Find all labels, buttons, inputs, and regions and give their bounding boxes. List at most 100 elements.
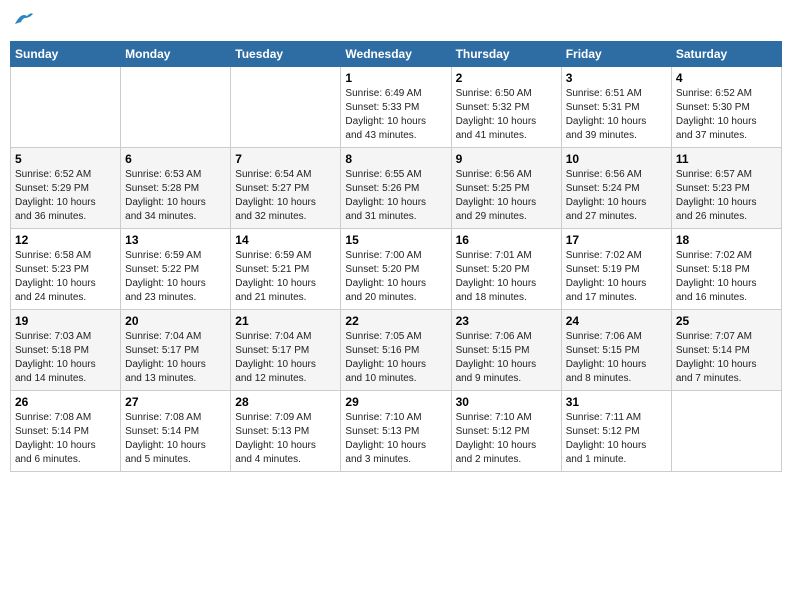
- calendar-cell: 21 Sunrise: 7:04 AM Sunset: 5:17 PM Dayli…: [231, 310, 341, 391]
- weekday-header-thursday: Thursday: [451, 42, 561, 67]
- calendar-week-row: 26 Sunrise: 7:08 AM Sunset: 5:14 PM Dayli…: [11, 391, 782, 472]
- day-info: Sunrise: 6:54 AM Sunset: 5:27 PM Dayligh…: [235, 168, 336, 224]
- calendar-cell: 26 Sunrise: 7:08 AM Sunset: 5:14 PM Dayli…: [11, 391, 121, 472]
- day-number: 5: [15, 152, 116, 166]
- day-info: Sunrise: 6:52 AM Sunset: 5:30 PM Dayligh…: [676, 87, 777, 143]
- calendar-cell: 23Sunrise: 7:06 AM Sunset: 5:15 PM Dayli…: [451, 310, 561, 391]
- day-number: 29: [345, 395, 446, 409]
- day-number: 28: [235, 395, 336, 409]
- weekday-header-saturday: Saturday: [671, 42, 781, 67]
- calendar-cell: 3 Sunrise: 6:51 AM Sunset: 5:31 PM Daylig…: [561, 67, 671, 148]
- calendar-cell: 20 Sunrise: 7:04 AM Sunset: 5:17 PM Dayli…: [121, 310, 231, 391]
- day-number: 6: [125, 152, 226, 166]
- calendar-cell: 13 Sunrise: 6:59 AM Sunset: 5:22 PM Dayli…: [121, 229, 231, 310]
- day-info: Sunrise: 7:06 AM Sunset: 5:15 PM Dayligh…: [566, 330, 667, 386]
- calendar-week-row: 12 Sunrise: 6:58 AM Sunset: 5:23 PM Dayli…: [11, 229, 782, 310]
- day-info: Sunrise: 6:57 AM Sunset: 5:23 PM Dayligh…: [676, 168, 777, 224]
- day-number: 21: [235, 314, 336, 328]
- calendar-cell: 28 Sunrise: 7:09 AM Sunset: 5:13 PM Dayli…: [231, 391, 341, 472]
- day-info: Sunrise: 6:52 AM Sunset: 5:29 PM Dayligh…: [15, 168, 116, 224]
- day-info: Sunrise: 7:06 AM Sunset: 5:15 PM Dayligh…: [456, 330, 557, 386]
- day-info: Sunrise: 7:10 AM Sunset: 5:13 PM Dayligh…: [345, 411, 446, 467]
- calendar-table: SundayMondayTuesdayWednesdayThursdayFrid…: [10, 41, 782, 472]
- day-number: 2: [456, 71, 557, 85]
- day-info: Sunrise: 7:02 AM Sunset: 5:19 PM Dayligh…: [566, 249, 667, 305]
- calendar-cell: 27 Sunrise: 7:08 AM Sunset: 5:14 PM Dayli…: [121, 391, 231, 472]
- day-number: 8: [345, 152, 446, 166]
- calendar-cell: 29 Sunrise: 7:10 AM Sunset: 5:13 PM Dayli…: [341, 391, 451, 472]
- weekday-header-wednesday: Wednesday: [341, 42, 451, 67]
- calendar-cell: [121, 67, 231, 148]
- calendar-cell: [11, 67, 121, 148]
- day-number: 18: [676, 233, 777, 247]
- calendar-cell: 19Sunrise: 7:03 AM Sunset: 5:18 PM Dayli…: [11, 310, 121, 391]
- day-info: Sunrise: 7:08 AM Sunset: 5:14 PM Dayligh…: [15, 411, 116, 467]
- day-number: 26: [15, 395, 116, 409]
- day-number: 3: [566, 71, 667, 85]
- day-number: 13: [125, 233, 226, 247]
- day-number: 10: [566, 152, 667, 166]
- calendar-cell: 30 Sunrise: 7:10 AM Sunset: 5:12 PM Dayli…: [451, 391, 561, 472]
- calendar-cell: 8 Sunrise: 6:55 AM Sunset: 5:26 PM Daylig…: [341, 148, 451, 229]
- day-number: 1: [345, 71, 446, 85]
- logo: [10, 10, 35, 33]
- day-info: Sunrise: 7:04 AM Sunset: 5:17 PM Dayligh…: [235, 330, 336, 386]
- calendar-week-row: 5 Sunrise: 6:52 AM Sunset: 5:29 PM Daylig…: [11, 148, 782, 229]
- weekday-header-monday: Monday: [121, 42, 231, 67]
- day-info: Sunrise: 6:58 AM Sunset: 5:23 PM Dayligh…: [15, 249, 116, 305]
- calendar-cell: 9 Sunrise: 6:56 AM Sunset: 5:25 PM Daylig…: [451, 148, 561, 229]
- day-info: Sunrise: 6:59 AM Sunset: 5:21 PM Dayligh…: [235, 249, 336, 305]
- day-number: 15: [345, 233, 446, 247]
- calendar-header-row: SundayMondayTuesdayWednesdayThursdayFrid…: [11, 42, 782, 67]
- calendar-cell: 31Sunrise: 7:11 AM Sunset: 5:12 PM Dayli…: [561, 391, 671, 472]
- day-number: 19: [15, 314, 116, 328]
- day-info: Sunrise: 7:02 AM Sunset: 5:18 PM Dayligh…: [676, 249, 777, 305]
- calendar-cell: [671, 391, 781, 472]
- page-header: [10, 10, 782, 33]
- day-number: 20: [125, 314, 226, 328]
- day-info: Sunrise: 6:55 AM Sunset: 5:26 PM Dayligh…: [345, 168, 446, 224]
- calendar-cell: 7 Sunrise: 6:54 AM Sunset: 5:27 PM Daylig…: [231, 148, 341, 229]
- calendar-cell: [231, 67, 341, 148]
- calendar-cell: 11 Sunrise: 6:57 AM Sunset: 5:23 PM Dayli…: [671, 148, 781, 229]
- day-info: Sunrise: 7:05 AM Sunset: 5:16 PM Dayligh…: [345, 330, 446, 386]
- calendar-cell: 17 Sunrise: 7:02 AM Sunset: 5:19 PM Dayli…: [561, 229, 671, 310]
- calendar-cell: 10 Sunrise: 6:56 AM Sunset: 5:24 PM Dayli…: [561, 148, 671, 229]
- calendar-cell: 6 Sunrise: 6:53 AM Sunset: 5:28 PM Daylig…: [121, 148, 231, 229]
- calendar-cell: 22Sunrise: 7:05 AM Sunset: 5:16 PM Dayli…: [341, 310, 451, 391]
- day-info: Sunrise: 6:50 AM Sunset: 5:32 PM Dayligh…: [456, 87, 557, 143]
- weekday-header-friday: Friday: [561, 42, 671, 67]
- day-info: Sunrise: 6:56 AM Sunset: 5:25 PM Dayligh…: [456, 168, 557, 224]
- day-info: Sunrise: 7:00 AM Sunset: 5:20 PM Dayligh…: [345, 249, 446, 305]
- calendar-cell: 1Sunrise: 6:49 AM Sunset: 5:33 PM Daylig…: [341, 67, 451, 148]
- day-number: 4: [676, 71, 777, 85]
- calendar-cell: 4 Sunrise: 6:52 AM Sunset: 5:30 PM Daylig…: [671, 67, 781, 148]
- calendar-cell: 24 Sunrise: 7:06 AM Sunset: 5:15 PM Dayli…: [561, 310, 671, 391]
- day-number: 17: [566, 233, 667, 247]
- calendar-cell: 14Sunrise: 6:59 AM Sunset: 5:21 PM Dayli…: [231, 229, 341, 310]
- day-info: Sunrise: 7:04 AM Sunset: 5:17 PM Dayligh…: [125, 330, 226, 386]
- day-number: 30: [456, 395, 557, 409]
- day-info: Sunrise: 6:51 AM Sunset: 5:31 PM Dayligh…: [566, 87, 667, 143]
- day-info: Sunrise: 6:59 AM Sunset: 5:22 PM Dayligh…: [125, 249, 226, 305]
- day-number: 24: [566, 314, 667, 328]
- calendar-cell: 2 Sunrise: 6:50 AM Sunset: 5:32 PM Daylig…: [451, 67, 561, 148]
- calendar-week-row: 19Sunrise: 7:03 AM Sunset: 5:18 PM Dayli…: [11, 310, 782, 391]
- day-number: 12: [15, 233, 116, 247]
- day-number: 31: [566, 395, 667, 409]
- day-info: Sunrise: 7:10 AM Sunset: 5:12 PM Dayligh…: [456, 411, 557, 467]
- day-number: 7: [235, 152, 336, 166]
- calendar-cell: 15 Sunrise: 7:00 AM Sunset: 5:20 PM Dayli…: [341, 229, 451, 310]
- day-info: Sunrise: 7:08 AM Sunset: 5:14 PM Dayligh…: [125, 411, 226, 467]
- day-number: 9: [456, 152, 557, 166]
- day-info: Sunrise: 7:09 AM Sunset: 5:13 PM Dayligh…: [235, 411, 336, 467]
- day-info: Sunrise: 6:53 AM Sunset: 5:28 PM Dayligh…: [125, 168, 226, 224]
- calendar-cell: 25 Sunrise: 7:07 AM Sunset: 5:14 PM Dayli…: [671, 310, 781, 391]
- day-number: 16: [456, 233, 557, 247]
- day-info: Sunrise: 6:56 AM Sunset: 5:24 PM Dayligh…: [566, 168, 667, 224]
- day-info: Sunrise: 7:07 AM Sunset: 5:14 PM Dayligh…: [676, 330, 777, 386]
- day-number: 25: [676, 314, 777, 328]
- calendar-cell: 12 Sunrise: 6:58 AM Sunset: 5:23 PM Dayli…: [11, 229, 121, 310]
- day-number: 27: [125, 395, 226, 409]
- day-number: 11: [676, 152, 777, 166]
